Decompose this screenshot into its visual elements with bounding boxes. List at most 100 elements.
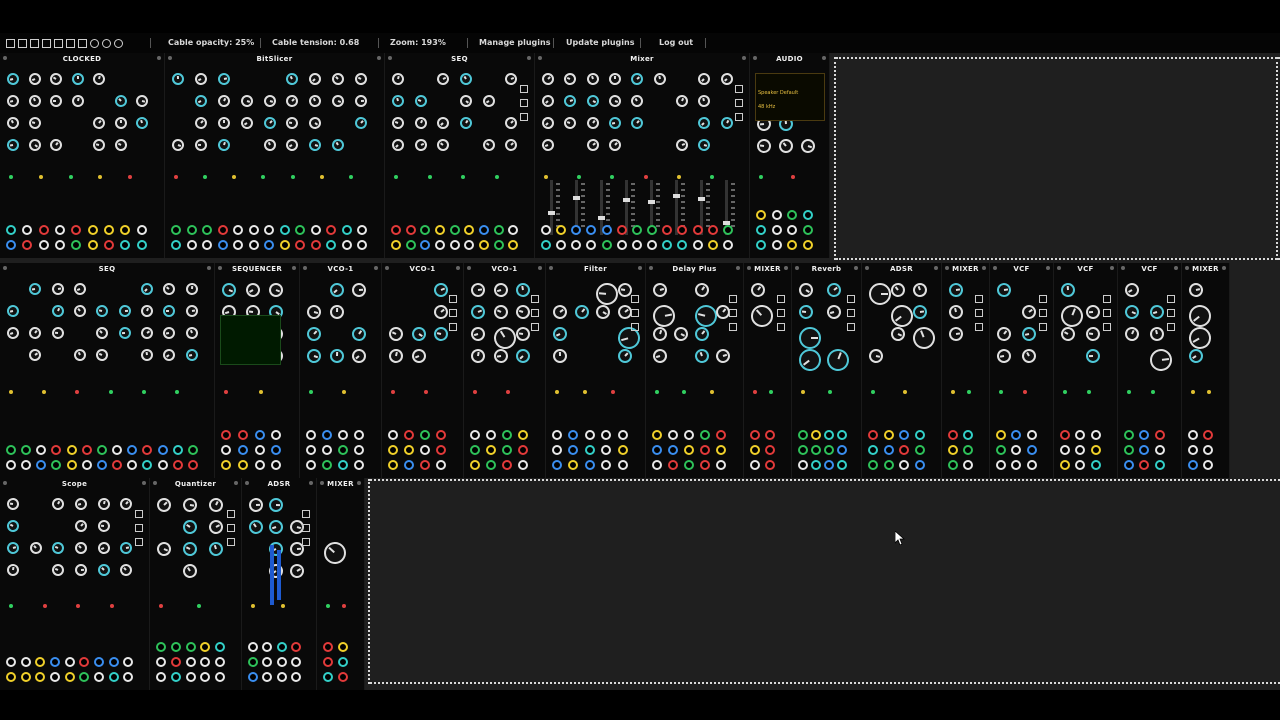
toggle-button[interactable] — [302, 524, 310, 532]
patch-jack[interactable] — [306, 445, 316, 455]
knob[interactable] — [261, 136, 278, 154]
toggle-button[interactable] — [729, 323, 737, 331]
patch-jack[interactable] — [6, 240, 16, 250]
knob[interactable] — [192, 92, 209, 110]
patch-jack[interactable] — [1060, 445, 1070, 455]
patch-jack[interactable] — [187, 460, 198, 470]
knob[interactable] — [1186, 346, 1206, 366]
patch-jack[interactable] — [948, 430, 958, 440]
patch-jack[interactable] — [811, 445, 821, 455]
patch-jack[interactable] — [295, 225, 306, 235]
file-open-icon[interactable] — [18, 38, 27, 48]
knob[interactable] — [246, 517, 266, 537]
knob[interactable] — [118, 326, 131, 340]
patch-jack[interactable] — [217, 225, 228, 235]
patch-jack[interactable] — [354, 430, 364, 440]
knob[interactable] — [139, 303, 155, 319]
knob[interactable] — [1085, 304, 1101, 320]
patch-jack[interactable] — [837, 460, 847, 470]
knob[interactable] — [888, 324, 908, 344]
patch-jack[interactable] — [684, 460, 694, 470]
module-panel[interactable]: Mixer — [535, 53, 750, 258]
patch-jack[interactable] — [470, 430, 480, 440]
knob[interactable] — [825, 303, 843, 321]
patch-jack[interactable] — [824, 460, 834, 470]
patch-jack[interactable] — [436, 430, 446, 440]
knob[interactable] — [95, 540, 112, 556]
toggle-button[interactable] — [735, 99, 743, 107]
patch-jack[interactable] — [6, 657, 16, 667]
patch-jack[interactable] — [707, 225, 718, 235]
module-panel[interactable]: BitSlicer — [165, 53, 385, 258]
knob[interactable] — [692, 302, 720, 330]
knob[interactable] — [692, 280, 712, 300]
knob[interactable] — [117, 495, 135, 513]
knob[interactable] — [91, 71, 107, 87]
patch-jack[interactable] — [617, 445, 628, 455]
knob[interactable] — [1187, 281, 1205, 299]
knob[interactable] — [502, 136, 520, 154]
patch-jack[interactable] — [156, 672, 166, 682]
patch-jack[interactable] — [326, 240, 337, 250]
module-panel[interactable]: AUDIO Speaker Default 48 kHz — [750, 53, 830, 258]
mixer-fader[interactable] — [648, 200, 655, 204]
patch-jack[interactable] — [248, 657, 258, 667]
knob[interactable] — [349, 346, 370, 366]
patch-jack[interactable] — [200, 657, 211, 667]
knob[interactable] — [718, 114, 735, 132]
knob[interactable] — [4, 517, 22, 535]
knob[interactable] — [799, 137, 817, 155]
patch-jack[interactable] — [700, 430, 710, 440]
patch-jack[interactable] — [493, 240, 504, 250]
knob[interactable] — [1184, 322, 1216, 354]
knob[interactable] — [96, 496, 111, 512]
knob[interactable] — [1060, 282, 1076, 298]
patch-jack[interactable] — [127, 445, 138, 455]
knob[interactable] — [47, 70, 65, 88]
patch-jack[interactable] — [108, 672, 119, 682]
knob[interactable] — [354, 94, 368, 108]
knob[interactable] — [867, 347, 885, 365]
patch-jack[interactable] — [66, 460, 77, 470]
module-panel[interactable]: Delay Plus — [646, 263, 744, 478]
clear-icon[interactable] — [78, 38, 87, 48]
patch-jack[interactable] — [254, 430, 265, 440]
patch-jack[interactable] — [552, 460, 562, 470]
knob[interactable] — [93, 324, 111, 342]
knob[interactable] — [994, 324, 1014, 344]
knob[interactable] — [608, 72, 622, 86]
toggle-button[interactable] — [975, 295, 983, 303]
knob[interactable] — [1148, 303, 1166, 321]
module-panel[interactable]: MIXER — [1182, 263, 1230, 478]
patch-jack[interactable] — [264, 240, 275, 250]
patch-jack[interactable] — [341, 240, 352, 250]
patch-jack[interactable] — [338, 672, 348, 682]
knob[interactable] — [154, 539, 174, 559]
patch-jack[interactable] — [22, 240, 33, 250]
knob[interactable] — [491, 281, 510, 299]
knob[interactable] — [1085, 326, 1101, 342]
patch-jack[interactable] — [323, 657, 333, 667]
log-out-button[interactable]: Log out — [659, 38, 693, 47]
knob[interactable] — [50, 495, 67, 513]
toggle-button[interactable] — [975, 309, 983, 317]
patch-jack[interactable] — [883, 460, 894, 470]
patch-jack[interactable] — [1203, 445, 1213, 455]
knob[interactable] — [550, 324, 570, 344]
patch-jack[interactable] — [677, 240, 688, 250]
patch-jack[interactable] — [322, 445, 332, 455]
knob[interactable] — [284, 136, 301, 154]
knob[interactable] — [162, 326, 177, 340]
patch-jack[interactable] — [71, 225, 82, 235]
patch-jack[interactable] — [586, 225, 597, 235]
knob[interactable] — [183, 325, 200, 341]
patch-jack[interactable] — [601, 240, 612, 250]
knob[interactable] — [26, 93, 43, 109]
patch-jack[interactable] — [420, 445, 430, 455]
patch-jack[interactable] — [811, 430, 821, 440]
patch-jack[interactable] — [51, 445, 62, 455]
power-icon[interactable] — [114, 38, 123, 48]
patch-jack[interactable] — [586, 240, 597, 250]
patch-jack[interactable] — [6, 225, 16, 235]
patch-jack[interactable] — [556, 225, 567, 235]
